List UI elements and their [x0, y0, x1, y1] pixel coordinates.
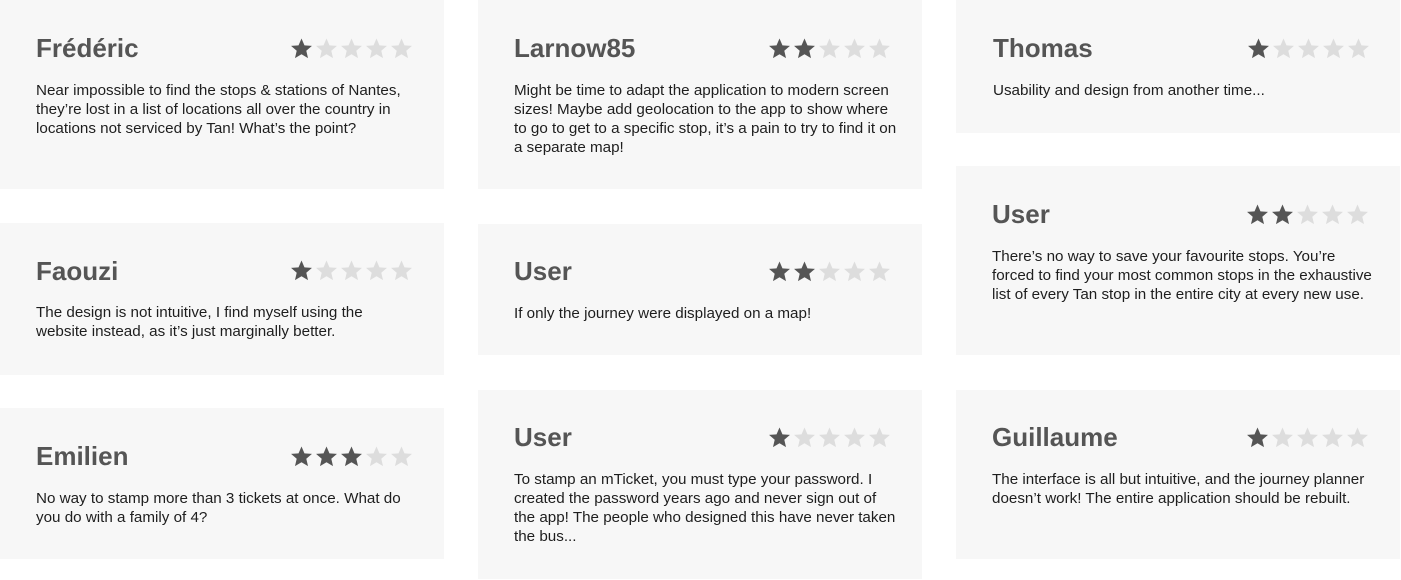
star-filled-icon: [1247, 37, 1270, 60]
star-empty-icon: [1296, 203, 1319, 226]
star-empty-icon: [365, 37, 388, 60]
review-text: The design is not intuitive, I find myse…: [36, 304, 363, 340]
star-empty-icon: [1347, 37, 1370, 60]
reviewer-name: Faouzi: [36, 256, 119, 286]
star-filled-icon: [1246, 203, 1269, 226]
star-rating: [290, 445, 413, 468]
star-filled-icon: [290, 445, 313, 468]
reviewer-name: Larnow85: [514, 33, 636, 63]
star-empty-icon: [1321, 203, 1344, 226]
review-text: Near impossible to find the stops & stat…: [36, 82, 401, 137]
star-empty-icon: [340, 259, 363, 282]
star-empty-icon: [1346, 203, 1369, 226]
star-empty-icon: [365, 259, 388, 282]
star-empty-icon: [843, 37, 866, 60]
star-filled-icon: [793, 260, 816, 283]
star-empty-icon: [1296, 426, 1319, 449]
reviewer-name: Thomas: [993, 33, 1093, 63]
star-filled-icon: [768, 37, 791, 60]
review-card: Larnow85 Might be time to adapt the appl…: [478, 0, 922, 189]
star-empty-icon: [818, 37, 841, 60]
star-filled-icon: [340, 445, 363, 468]
star-empty-icon: [1346, 426, 1369, 449]
star-empty-icon: [365, 445, 388, 468]
star-filled-icon: [768, 260, 791, 283]
star-empty-icon: [868, 426, 891, 449]
star-rating: [768, 37, 891, 60]
star-empty-icon: [793, 426, 816, 449]
star-empty-icon: [390, 445, 413, 468]
star-empty-icon: [390, 259, 413, 282]
star-empty-icon: [1271, 426, 1294, 449]
star-rating: [768, 260, 891, 283]
star-empty-icon: [1272, 37, 1295, 60]
star-filled-icon: [290, 37, 313, 60]
review-card: Faouzi The design is not intuitive, I fi…: [0, 223, 444, 375]
star-empty-icon: [818, 260, 841, 283]
star-rating: [1247, 37, 1370, 60]
star-empty-icon: [315, 37, 338, 60]
review-text: The interface is all but intuitive, and …: [992, 471, 1365, 507]
star-filled-icon: [1246, 426, 1269, 449]
review-text: If only the journey were displayed on a …: [514, 305, 812, 322]
reviewer-name: Emilien: [36, 441, 129, 471]
star-empty-icon: [340, 37, 363, 60]
review-text: No way to stamp more than 3 tickets at o…: [36, 490, 401, 526]
star-filled-icon: [315, 445, 338, 468]
review-card: User If only the journey were displayed …: [478, 224, 922, 355]
star-rating: [1246, 426, 1369, 449]
star-empty-icon: [390, 37, 413, 60]
star-empty-icon: [1321, 426, 1344, 449]
review-card: Emilien No way to stamp more than 3 tick…: [0, 408, 444, 559]
star-empty-icon: [1322, 37, 1345, 60]
reviewer-name: Frédéric: [36, 33, 139, 63]
star-rating: [1246, 203, 1369, 226]
star-empty-icon: [868, 260, 891, 283]
review-text: Usability and design from another time..…: [993, 82, 1265, 99]
review-text: There’s no way to save your favourite st…: [992, 248, 1372, 303]
review-text: Might be time to adapt the application t…: [514, 82, 897, 156]
star-empty-icon: [843, 260, 866, 283]
star-rating: [290, 259, 413, 282]
star-rating: [768, 426, 891, 449]
reviewer-name: User: [992, 199, 1050, 229]
star-empty-icon: [1297, 37, 1320, 60]
review-text: To stamp an mTicket, you must type your …: [514, 471, 896, 545]
star-rating: [290, 37, 413, 60]
star-empty-icon: [315, 259, 338, 282]
star-empty-icon: [818, 426, 841, 449]
review-card: Guillaume The interface is all but intui…: [956, 390, 1400, 559]
star-empty-icon: [843, 426, 866, 449]
reviewer-name: User: [514, 422, 572, 452]
review-card: Thomas Usability and design from another…: [956, 0, 1400, 133]
review-card: Frédéric Near impossible to find the sto…: [0, 0, 444, 189]
star-filled-icon: [793, 37, 816, 60]
star-empty-icon: [868, 37, 891, 60]
review-card: User There’s no way to save your favouri…: [956, 166, 1400, 355]
star-filled-icon: [290, 259, 313, 282]
reviewer-name: User: [514, 256, 572, 286]
star-filled-icon: [1271, 203, 1294, 226]
review-card: User To stamp an mTicket, you must type …: [478, 390, 922, 579]
star-filled-icon: [768, 426, 791, 449]
reviewer-name: Guillaume: [992, 422, 1118, 452]
